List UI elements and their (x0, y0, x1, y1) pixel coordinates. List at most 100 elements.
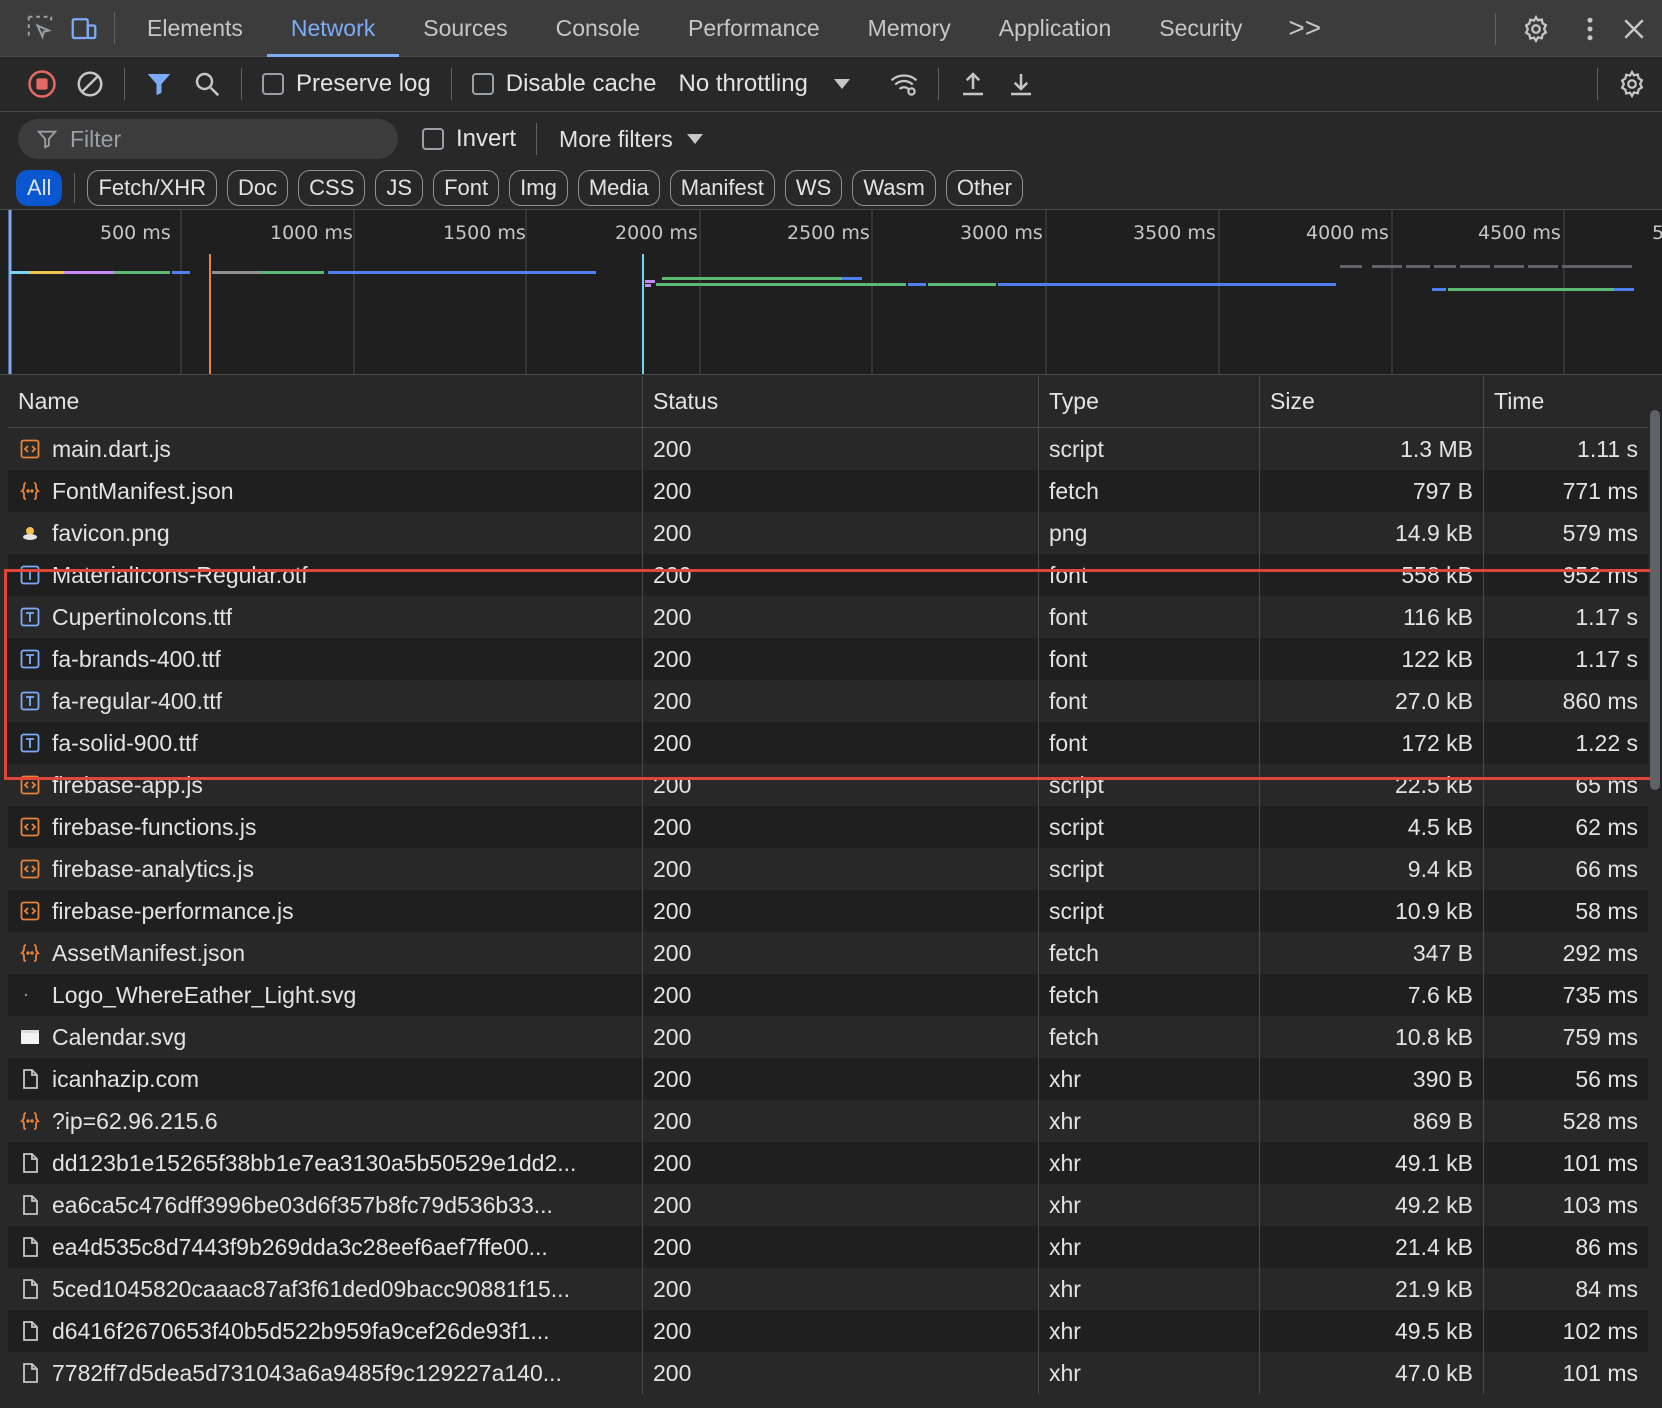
chip-doc[interactable]: Doc (227, 169, 289, 206)
invert-checkbox[interactable] (422, 128, 444, 150)
table-row[interactable]: firebase-performance.js 200 script 10.9 kB 5… (8, 890, 1648, 932)
table-row[interactable]: icanhazip.com 200 xhr 390 B 56 ms (8, 1058, 1648, 1100)
cell-name[interactable]: MaterialIcons-Regular.otf (8, 554, 643, 596)
table-row[interactable]: dd123b1e15265f38bb1e7ea3130a5b50529e1dd2… (8, 1142, 1648, 1184)
cell-name[interactable]: fa-solid-900.ttf (8, 722, 643, 764)
preserve-log-checkbox[interactable] (262, 73, 284, 95)
network-conditions-icon[interactable] (880, 60, 928, 108)
cell-name[interactable]: Logo_WhereEather_Light.svg (8, 974, 643, 1016)
table-row[interactable]: ea4d535c8d7443f9b269dda3c28eef6aef7ffe00… (8, 1226, 1648, 1268)
table-row[interactable]: firebase-app.js 200 script 22.5 kB 65 ms (8, 764, 1648, 806)
column-header-size[interactable]: Size (1260, 375, 1484, 428)
import-har-icon[interactable] (949, 60, 997, 108)
chip-media[interactable]: Media (577, 169, 660, 206)
throttling-select[interactable]: No throttling (678, 70, 850, 98)
chip-other[interactable]: Other (945, 169, 1023, 206)
disable-cache-toggle[interactable]: Disable cache (471, 70, 656, 98)
preserve-log-toggle[interactable]: Preserve log (262, 70, 431, 98)
tab-elements[interactable]: Elements (123, 0, 267, 57)
tab-memory[interactable]: Memory (844, 0, 975, 57)
cell-name[interactable]: firebase-app.js (8, 764, 643, 806)
table-row[interactable]: fa-brands-400.ttf 200 font 122 kB 1.17 s (8, 638, 1648, 680)
table-row[interactable]: MaterialIcons-Regular.otf 200 font 558 kB 95… (8, 554, 1648, 596)
table-row[interactable]: firebase-functions.js 200 script 4.5 kB 62 m… (8, 806, 1648, 848)
device-toolbar-icon[interactable] (62, 6, 106, 50)
more-vertical-icon[interactable] (1568, 7, 1612, 51)
stop-recording-icon[interactable] (18, 60, 66, 108)
tab-security[interactable]: Security (1135, 0, 1266, 57)
table-row[interactable]: favicon.png 200 png 14.9 kB 579 ms (8, 512, 1648, 554)
table-row[interactable]: 5ced1045820caaac87af3f61ded09bacc90881f1… (8, 1268, 1648, 1310)
cell-name[interactable]: main.dart.js (8, 428, 643, 470)
table-row[interactable]: Logo_WhereEather_Light.svg 200 fetch 7.6 kB… (8, 974, 1648, 1016)
scrollbar-thumb[interactable] (1650, 410, 1660, 790)
export-har-icon[interactable] (997, 60, 1045, 108)
cell-name[interactable]: CupertinoIcons.ttf (8, 596, 643, 638)
chip-wasm[interactable]: Wasm (852, 169, 936, 206)
more-tabs-button[interactable]: >> (1266, 12, 1343, 44)
tab-performance[interactable]: Performance (664, 0, 844, 57)
column-header-name[interactable]: Name (8, 375, 643, 428)
cell-name[interactable]: 5ced1045820caaac87af3f61ded09bacc90881f1… (8, 1268, 643, 1310)
table-row[interactable]: main.dart.js 200 script 1.3 MB 1.11 s (8, 428, 1648, 470)
cell-name[interactable]: ea6ca5c476dff3996be03d6f357b8fc79d536b33… (8, 1184, 643, 1226)
tab-application[interactable]: Application (975, 0, 1136, 57)
clear-icon[interactable] (66, 60, 114, 108)
cell-name[interactable]: dd123b1e15265f38bb1e7ea3130a5b50529e1dd2… (8, 1142, 643, 1184)
settings-icon[interactable] (1514, 7, 1558, 51)
request-name: ea6ca5c476dff3996be03d6f357b8fc79d536b33… (52, 1191, 553, 1218)
tab-sources[interactable]: Sources (399, 0, 531, 57)
cell-name[interactable]: AssetManifest.json (8, 932, 643, 974)
divider (536, 123, 538, 155)
cell-name[interactable]: FontManifest.json (8, 470, 643, 512)
cell-name[interactable]: firebase-functions.js (8, 806, 643, 848)
cell-name[interactable]: firebase-analytics.js (8, 848, 643, 890)
chip-all[interactable]: All (16, 169, 63, 206)
table-scrollbar[interactable] (1650, 410, 1660, 1408)
chip-ws[interactable]: WS (784, 169, 843, 206)
cell-name[interactable]: favicon.png (8, 512, 643, 554)
cell-name[interactable]: ?ip=62.96.215.6 (8, 1100, 643, 1142)
cell-name[interactable]: ea4d535c8d7443f9b269dda3c28eef6aef7ffe00… (8, 1226, 643, 1268)
filter-input[interactable]: Filter (18, 119, 398, 159)
cell-name[interactable]: d6416f2670653f40b5d522b959fa9cef26de93f1… (8, 1310, 643, 1352)
chip-css[interactable]: CSS (298, 169, 366, 206)
network-settings-icon[interactable] (1608, 60, 1656, 108)
chip-js[interactable]: JS (375, 169, 424, 206)
cell-name[interactable]: firebase-performance.js (8, 890, 643, 932)
more-filters-dropdown[interactable]: More filters (559, 126, 703, 153)
table-row[interactable]: FontManifest.json 200 fetch 797 B 771 ms (8, 470, 1648, 512)
cell-name[interactable]: fa-brands-400.ttf (8, 638, 643, 680)
table-row[interactable]: d6416f2670653f40b5d522b959fa9cef26de93f1… (8, 1310, 1648, 1352)
column-header-type[interactable]: Type (1039, 375, 1260, 428)
column-header-time[interactable]: Time (1484, 376, 1648, 428)
chip-fetch-xhr[interactable]: Fetch/XHR (87, 169, 218, 206)
inspect-element-icon[interactable] (18, 6, 62, 50)
column-header-status[interactable]: Status (643, 375, 1039, 428)
cell-name[interactable]: icanhazip.com (8, 1058, 643, 1100)
table-row[interactable]: Calendar.svg 200 fetch 10.8 kB 759 ms (8, 1016, 1648, 1058)
close-icon[interactable] (1612, 7, 1656, 51)
invert-toggle[interactable]: Invert (422, 125, 516, 153)
filter-icon[interactable] (135, 60, 183, 108)
chip-img[interactable]: Img (509, 169, 568, 206)
table-row[interactable]: AssetManifest.json 200 fetch 347 B 292 ms (8, 932, 1648, 974)
table-row[interactable]: fa-regular-400.ttf 200 font 27.0 kB 860 ms (8, 680, 1648, 722)
cell-name[interactable]: fa-regular-400.ttf (8, 680, 643, 722)
table-row[interactable]: firebase-analytics.js 200 script 9.4 kB 66 m… (8, 848, 1648, 890)
table-row[interactable]: 7782ff7d5dea5d731043a6a9485f9c129227a140… (8, 1352, 1648, 1394)
table-row[interactable]: CupertinoIcons.ttf 200 font 116 kB 1.17 s (8, 596, 1648, 638)
table-row[interactable]: ea6ca5c476dff3996be03d6f357b8fc79d536b33… (8, 1184, 1648, 1226)
chip-manifest[interactable]: Manifest (669, 169, 775, 206)
cell-time: 1.17 s (1575, 603, 1638, 630)
cell-name[interactable]: 7782ff7d5dea5d731043a6a9485f9c129227a140… (8, 1352, 643, 1394)
disable-cache-checkbox[interactable] (471, 73, 494, 95)
table-row[interactable]: fa-solid-900.ttf 200 font 172 kB 1.22 s (8, 722, 1648, 764)
tab-network[interactable]: Network (266, 0, 400, 57)
table-row[interactable]: ?ip=62.96.215.6 200 xhr 869 B 528 ms (8, 1100, 1648, 1142)
cell-name[interactable]: Calendar.svg (8, 1016, 643, 1058)
tab-console[interactable]: Console (532, 0, 664, 57)
chip-font[interactable]: Font (433, 169, 500, 206)
search-icon[interactable] (183, 60, 231, 108)
network-overview-timeline[interactable]: 500 ms 1000 ms 1500 ms 2000 ms 2500 ms 3… (0, 210, 1662, 375)
